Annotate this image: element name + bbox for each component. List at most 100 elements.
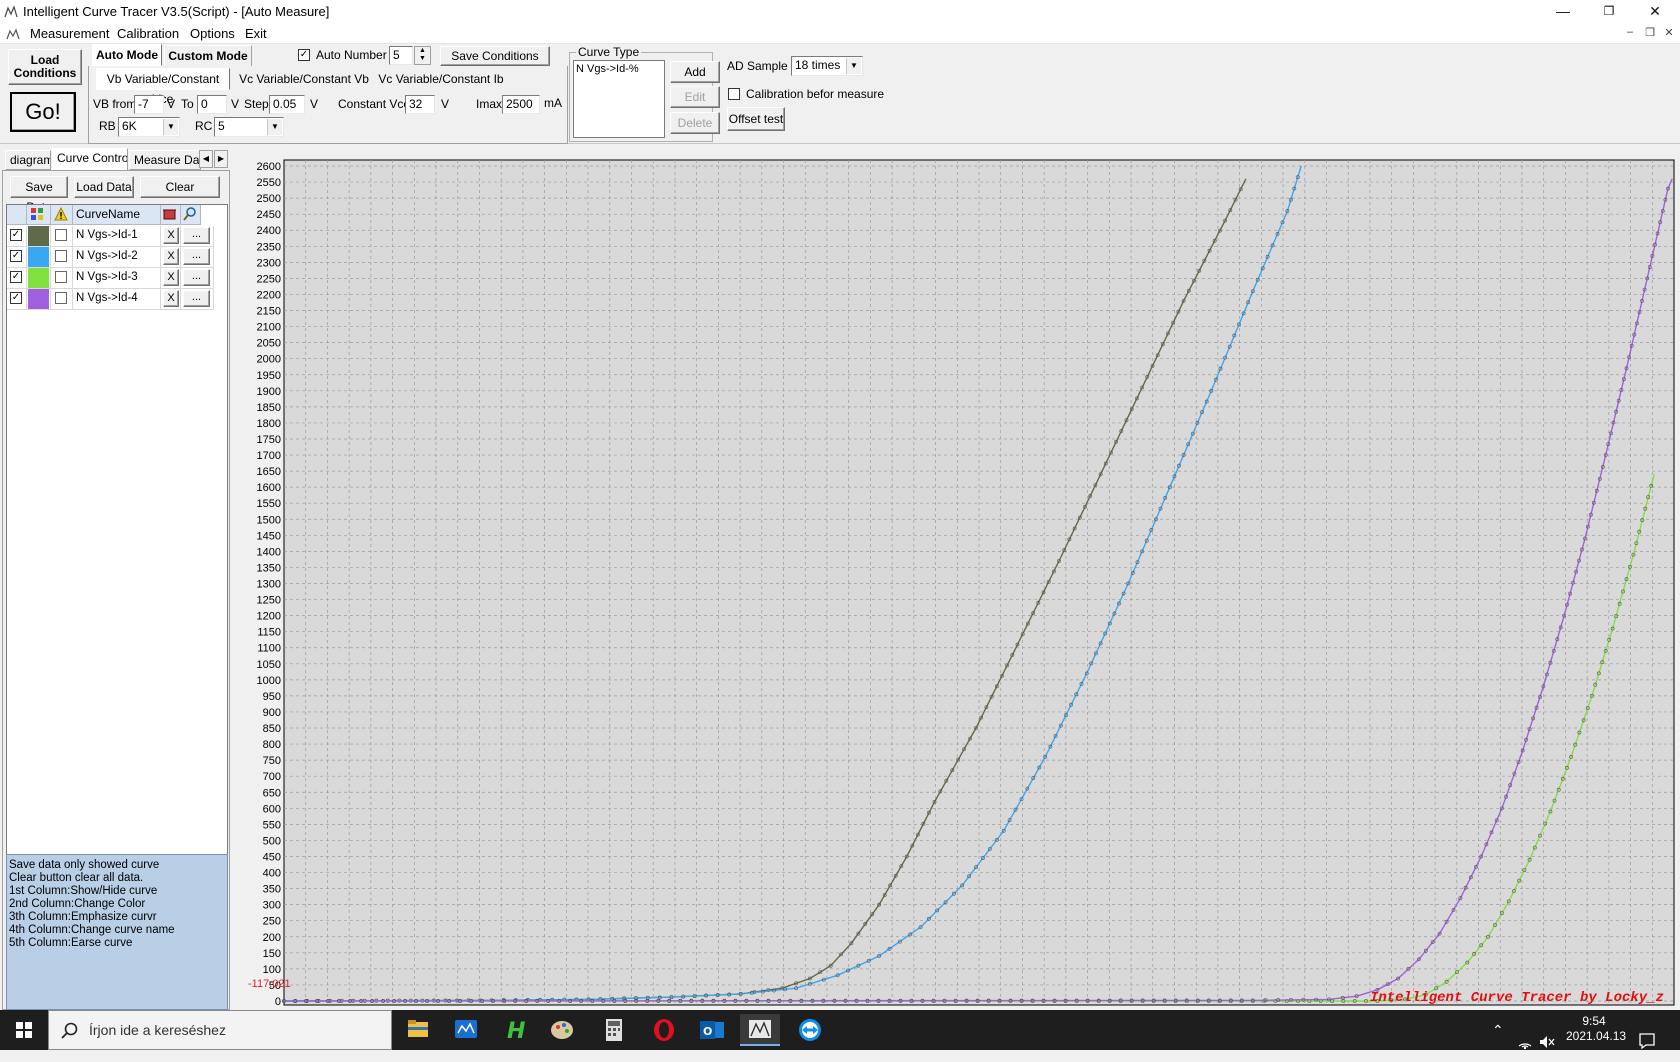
monitor-app-icon[interactable] (446, 1014, 486, 1046)
delete-button[interactable]: Delete (670, 112, 720, 134)
windows-start-icon[interactable] (0, 1010, 48, 1050)
offset-test-button[interactable]: Offset test (727, 107, 785, 131)
load-conditions-button[interactable]: Load Conditions (8, 49, 82, 85)
network-icon[interactable] (1516, 1022, 1534, 1062)
imax-input[interactable]: 2500 (502, 95, 540, 114)
show-curve-checkbox[interactable]: ✓ (10, 250, 22, 262)
curve-options-button[interactable]: ... (183, 248, 210, 265)
ad-sample-select[interactable]: 18 times ▼ (791, 56, 863, 76)
auto-number-spinner[interactable]: ▲ ▼ (414, 46, 431, 65)
curve-name-cell[interactable]: N Vgs->Id-1 (73, 226, 161, 246)
more-cell[interactable]: ... (181, 226, 214, 246)
color-cell[interactable] (27, 226, 51, 246)
notifications-icon[interactable] (1638, 1021, 1656, 1061)
emphasize-cell[interactable] (51, 289, 73, 309)
save-conditions-button[interactable]: Save Conditions (440, 46, 550, 66)
more-cell[interactable]: ... (181, 268, 214, 288)
rb-select[interactable]: 6K ▼ (118, 117, 180, 137)
table-row[interactable]: ✓ N Vgs->Id-1 X... (7, 226, 214, 247)
emphasize-checkbox[interactable] (55, 292, 67, 304)
color-cell[interactable] (27, 247, 51, 267)
erase-cell[interactable]: X (161, 247, 181, 267)
curve-color-swatch[interactable] (28, 268, 49, 288)
emphasize-cell[interactable] (51, 268, 73, 288)
erase-cell[interactable]: X (161, 289, 181, 309)
tab-auto-mode[interactable]: Auto Mode (92, 44, 162, 66)
mdi-restore-icon[interactable]: ❐ (1642, 26, 1658, 42)
chart-area[interactable]: 0 50 100 150 200 250 300 350 400 450 500 550 600 650 7… (234, 148, 1680, 1010)
emphasize-checkbox[interactable] (55, 229, 67, 241)
erase-curve-button[interactable]: X (163, 227, 179, 244)
teamviewer-icon[interactable] (790, 1014, 830, 1046)
emphasize-cell[interactable] (51, 226, 73, 246)
taskbar-search[interactable]: Írjon ide a kereséshez (48, 1010, 392, 1050)
curve-tracer-taskbar-icon[interactable] (740, 1014, 780, 1046)
file-explorer-icon[interactable] (398, 1014, 438, 1046)
minimize-button[interactable]: — (1540, 0, 1586, 24)
speaker-muted-icon[interactable] (1538, 1022, 1556, 1062)
table-row[interactable]: ✓ N Vgs->Id-2 X... (7, 247, 214, 268)
edit-button[interactable]: Edit (670, 86, 720, 108)
erase-cell[interactable]: X (161, 268, 181, 288)
go-button[interactable]: Go! (10, 92, 76, 132)
erase-curve-button[interactable]: X (163, 269, 179, 286)
emphasize-checkbox[interactable] (55, 250, 67, 262)
save-data-button[interactable]: Save Data (10, 176, 68, 214)
color-cell[interactable] (27, 268, 51, 288)
curve-name-cell[interactable]: N Vgs->Id-3 (73, 268, 161, 288)
to-input[interactable]: 0 (197, 95, 227, 114)
table-row[interactable]: ✓ N Vgs->Id-3 X... (7, 268, 214, 289)
curve-color-swatch[interactable] (28, 247, 49, 267)
tab-curve-control[interactable]: Curve Control (52, 148, 128, 171)
clear-button[interactable]: Clear (140, 176, 220, 198)
more-cell[interactable]: ... (181, 247, 214, 267)
tab-scroll-right-icon[interactable]: ▶ (214, 150, 228, 168)
erase-cell[interactable]: X (161, 226, 181, 246)
curve-options-button[interactable]: ... (183, 227, 210, 244)
erase-curve-button[interactable]: X (163, 290, 179, 307)
tray-chevron-up-icon[interactable]: ⌃ (1492, 1022, 1504, 1062)
color-cell[interactable] (27, 289, 51, 309)
menu-exit[interactable]: Exit (245, 26, 267, 41)
menu-options[interactable]: Options (190, 26, 235, 41)
curve-options-button[interactable]: ... (183, 290, 210, 307)
mdi-minimize-icon[interactable]: – (1622, 26, 1638, 42)
show-checkbox-cell[interactable]: ✓ (7, 226, 27, 246)
paint-app-icon[interactable] (542, 1014, 582, 1046)
opera-browser-icon[interactable] (644, 1014, 684, 1046)
step-input[interactable]: 0.05 (269, 95, 305, 114)
table-row[interactable]: ✓ N Vgs->Id-4 X... (7, 289, 214, 310)
tab-vb-variable[interactable]: Vb Variable/Constant Vce (96, 68, 230, 106)
curve-type-list[interactable]: N Vgs->Id-% (573, 60, 665, 138)
curve-type-item[interactable]: N Vgs->Id-% (576, 63, 639, 75)
curve-color-swatch[interactable] (28, 289, 49, 309)
tab-measure-data[interactable]: Measure Data (129, 150, 201, 170)
add-button[interactable]: Add (670, 61, 720, 83)
show-curve-checkbox[interactable]: ✓ (10, 271, 22, 283)
show-checkbox-cell[interactable]: ✓ (7, 247, 27, 267)
auto-number-input[interactable]: 5 (389, 46, 413, 65)
constant-vce-input[interactable]: 32 (405, 95, 435, 114)
show-curve-checkbox[interactable]: ✓ (10, 229, 22, 241)
chevron-down-icon[interactable]: ▼ (267, 119, 282, 135)
tab-vc-variable-vb[interactable]: Vc Variable/Constant Vb (234, 69, 374, 91)
close-button[interactable]: ✕ (1632, 0, 1678, 24)
tab-diagram[interactable]: diagram (5, 150, 51, 170)
chevron-down-icon[interactable]: ▼ (846, 58, 861, 74)
curve-options-button[interactable]: ... (183, 269, 210, 286)
emphasize-checkbox[interactable] (55, 271, 67, 283)
chevron-down-icon[interactable]: ▼ (163, 119, 178, 135)
tab-custom-mode[interactable]: Custom Mode (164, 45, 252, 67)
more-cell[interactable]: ... (181, 289, 214, 309)
calculator-icon[interactable] (594, 1014, 634, 1046)
rc-select[interactable]: 5 ▼ (214, 117, 284, 137)
auto-number-checkbox[interactable]: ✓ (298, 49, 310, 61)
calibration-checkbox[interactable] (728, 88, 740, 100)
load-data-button[interactable]: Load Data (74, 176, 134, 198)
curve-name-cell[interactable]: N Vgs->Id-2 (73, 247, 161, 267)
curve-name-cell[interactable]: N Vgs->Id-4 (73, 289, 161, 309)
tab-vc-variable-ib[interactable]: Vc Variable/Constant Ib (376, 69, 506, 91)
curve-color-swatch[interactable] (28, 226, 49, 246)
clock[interactable]: 9:54 2021.04.13 (1566, 1014, 1626, 1054)
tab-scroll-left-icon[interactable]: ◀ (199, 150, 213, 168)
